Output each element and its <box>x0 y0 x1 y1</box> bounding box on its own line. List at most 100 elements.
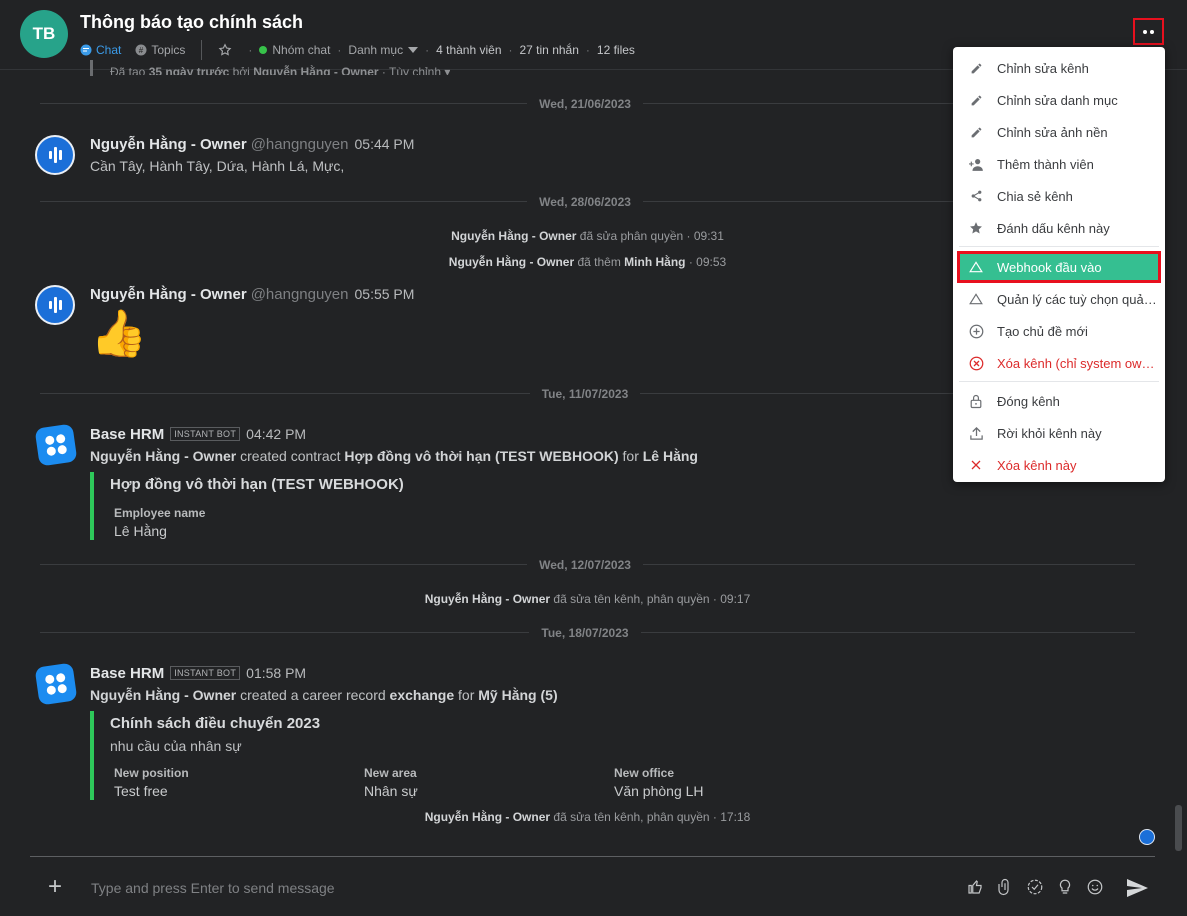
card-title: Chính sách điều chuyển 2023 <box>110 715 321 732</box>
menu-item-new-topic[interactable]: Tạo chủ đề mới <box>959 317 1159 345</box>
divider <box>201 40 203 60</box>
menu-item-label: Webhook đầu vào <box>997 259 1102 275</box>
paperclip-icon[interactable] <box>994 876 1016 898</box>
attachment-card: Chính sách điều chuyển 2023 nhu cầu của … <box>90 711 730 800</box>
channel-options-menu: Chỉnh sửa kênh Chỉnh sửa danh mục Chỉnh … <box>953 47 1165 482</box>
star-icon <box>967 221 985 235</box>
thumbs-up-emoji: 👍 <box>90 307 148 359</box>
triangle-icon <box>967 261 985 273</box>
bullet: · <box>248 43 253 57</box>
channel-meta-bar: Chat # Topics · Nhóm chat · Danh mục · 4… <box>80 40 635 60</box>
bullet: · <box>337 43 342 57</box>
group-type: Nhóm chat <box>272 43 331 57</box>
sender-handle: @hangnguyen <box>250 286 349 303</box>
read-receipt-avatar[interactable] <box>1139 829 1155 845</box>
menu-item-manage-options[interactable]: Quản lý các tuỳ chọn quả… <box>959 285 1159 313</box>
channel-title: Thông báo tạo chính sách <box>80 12 304 32</box>
lock-icon <box>967 394 985 409</box>
menu-item-add-member[interactable]: Thêm thành viên <box>959 150 1159 178</box>
menu-item-share-channel[interactable]: Chia sẻ kênh <box>959 182 1159 210</box>
member-count[interactable]: 4 thành viên <box>436 43 501 57</box>
composer-toolbar <box>964 876 1106 898</box>
message-time: 05:55 PM <box>354 286 415 302</box>
message-text: Cần Tây, Hành Tây, Dứa, Hành Lá, Mực, <box>90 158 345 174</box>
file-count[interactable]: 12 files <box>597 43 635 57</box>
x-icon <box>967 459 985 471</box>
field-value: Lê Hằng <box>114 523 167 539</box>
message-text: Nguyễn Hằng - Owner created contract Hợp… <box>90 448 698 464</box>
emoji-icon[interactable] <box>1084 876 1106 898</box>
more-options-button[interactable] <box>1133 18 1164 45</box>
pencil-icon <box>967 126 985 139</box>
message-text: Nguyễn Hằng - Owner created a career rec… <box>90 687 558 703</box>
category-label: Danh mục <box>348 43 404 57</box>
tab-chat[interactable]: Chat <box>80 43 121 57</box>
lightbulb-icon[interactable] <box>1054 876 1076 898</box>
online-dot-icon <box>259 46 268 54</box>
scrollbar-thumb[interactable] <box>1175 805 1182 851</box>
menu-item-incoming-webhook[interactable]: Webhook đầu vào <box>957 251 1161 283</box>
bullet: · <box>585 43 590 57</box>
sender-name[interactable]: Nguyễn Hằng - Owner <box>90 136 247 153</box>
field-label: Employee name <box>114 506 206 520</box>
thumbs-up-icon[interactable] <box>964 876 986 898</box>
menu-item-label: Đóng kênh <box>997 393 1060 409</box>
bot-avatar[interactable] <box>34 662 78 706</box>
menu-item-label: Xóa kênh này <box>997 457 1077 473</box>
tab-topics-label: Topics <box>151 43 186 57</box>
app-logo-icon <box>48 147 62 163</box>
bullet: · <box>425 43 430 57</box>
caret-down-icon <box>408 47 419 53</box>
sender-name[interactable]: Base HRM <box>90 426 164 443</box>
add-attachment-button[interactable]: + <box>48 874 62 900</box>
dot-icon <box>1150 29 1154 34</box>
menu-item-bookmark-channel[interactable]: Đánh dấu kênh này <box>959 214 1159 242</box>
star-outline-icon[interactable] <box>218 43 232 57</box>
bot-badge: INSTANT BOT <box>170 666 241 680</box>
add-person-icon <box>967 158 985 171</box>
send-icon[interactable] <box>1124 876 1150 900</box>
svg-text:#: # <box>139 46 144 55</box>
user-avatar[interactable] <box>35 135 75 175</box>
field-value: Nhân sự <box>364 783 418 799</box>
menu-item-label: Chỉnh sửa kênh <box>997 60 1089 76</box>
bullet: · <box>508 43 513 57</box>
field-label: New office <box>614 766 675 780</box>
tab-topics[interactable]: # Topics <box>135 43 185 57</box>
category-dropdown[interactable]: Danh mục <box>348 43 419 57</box>
plus-circle-icon <box>967 324 985 339</box>
sender-handle: @hangnguyen <box>250 136 349 153</box>
menu-divider <box>959 246 1159 247</box>
menu-item-delete-channel-system[interactable]: Xóa kênh (chỉ system ow… <box>959 349 1159 377</box>
message-count: 27 tin nhắn <box>519 43 579 57</box>
attachment-card: Hợp đồng vô thời hạn (TEST WEBHOOK) Empl… <box>90 472 490 540</box>
user-avatar[interactable] <box>35 285 75 325</box>
badge-check-icon[interactable] <box>1024 876 1046 898</box>
field-value: Văn phòng LH <box>614 783 704 799</box>
menu-item-label: Quản lý các tuỳ chọn quả… <box>997 291 1157 307</box>
channel-avatar[interactable]: TB <box>20 10 68 58</box>
system-message: Nguyễn Hằng - Owner đã sửa tên kênh, phâ… <box>424 810 751 824</box>
menu-item-edit-background[interactable]: Chỉnh sửa ảnh nền <box>959 118 1159 146</box>
menu-item-leave-channel[interactable]: Rời khỏi kênh này <box>959 419 1159 447</box>
sender-name[interactable]: Nguyễn Hằng - Owner <box>90 286 247 303</box>
sender-name[interactable]: Base HRM <box>90 665 164 682</box>
message-time: 04:42 PM <box>246 426 307 442</box>
message-header: Base HRM INSTANT BOT 04:42 PM <box>90 426 306 443</box>
menu-item-label: Chỉnh sửa ảnh nền <box>997 124 1108 140</box>
menu-item-edit-channel[interactable]: Chỉnh sửa kênh <box>959 54 1159 82</box>
message-time: 01:58 PM <box>246 665 307 681</box>
bot-badge: INSTANT BOT <box>170 427 241 441</box>
menu-item-label: Tạo chủ đề mới <box>997 323 1088 339</box>
menu-item-edit-category[interactable]: Chỉnh sửa danh mục <box>959 86 1159 114</box>
dot-icon <box>1143 29 1147 34</box>
message-input[interactable]: Type and press Enter to send message <box>91 880 335 896</box>
bot-avatar[interactable] <box>34 423 78 467</box>
pencil-icon <box>967 94 985 107</box>
channel-created-info: Đã tạo 35 ngày trước bởi Nguyễn Hằng - O… <box>110 65 451 75</box>
menu-item-delete-channel[interactable]: Xóa kênh này <box>959 451 1159 479</box>
field-label: New position <box>114 766 189 780</box>
menu-item-close-channel[interactable]: Đóng kênh <box>959 387 1159 415</box>
message-time: 05:44 PM <box>354 136 415 152</box>
menu-item-label: Chỉnh sửa danh mục <box>997 92 1118 108</box>
